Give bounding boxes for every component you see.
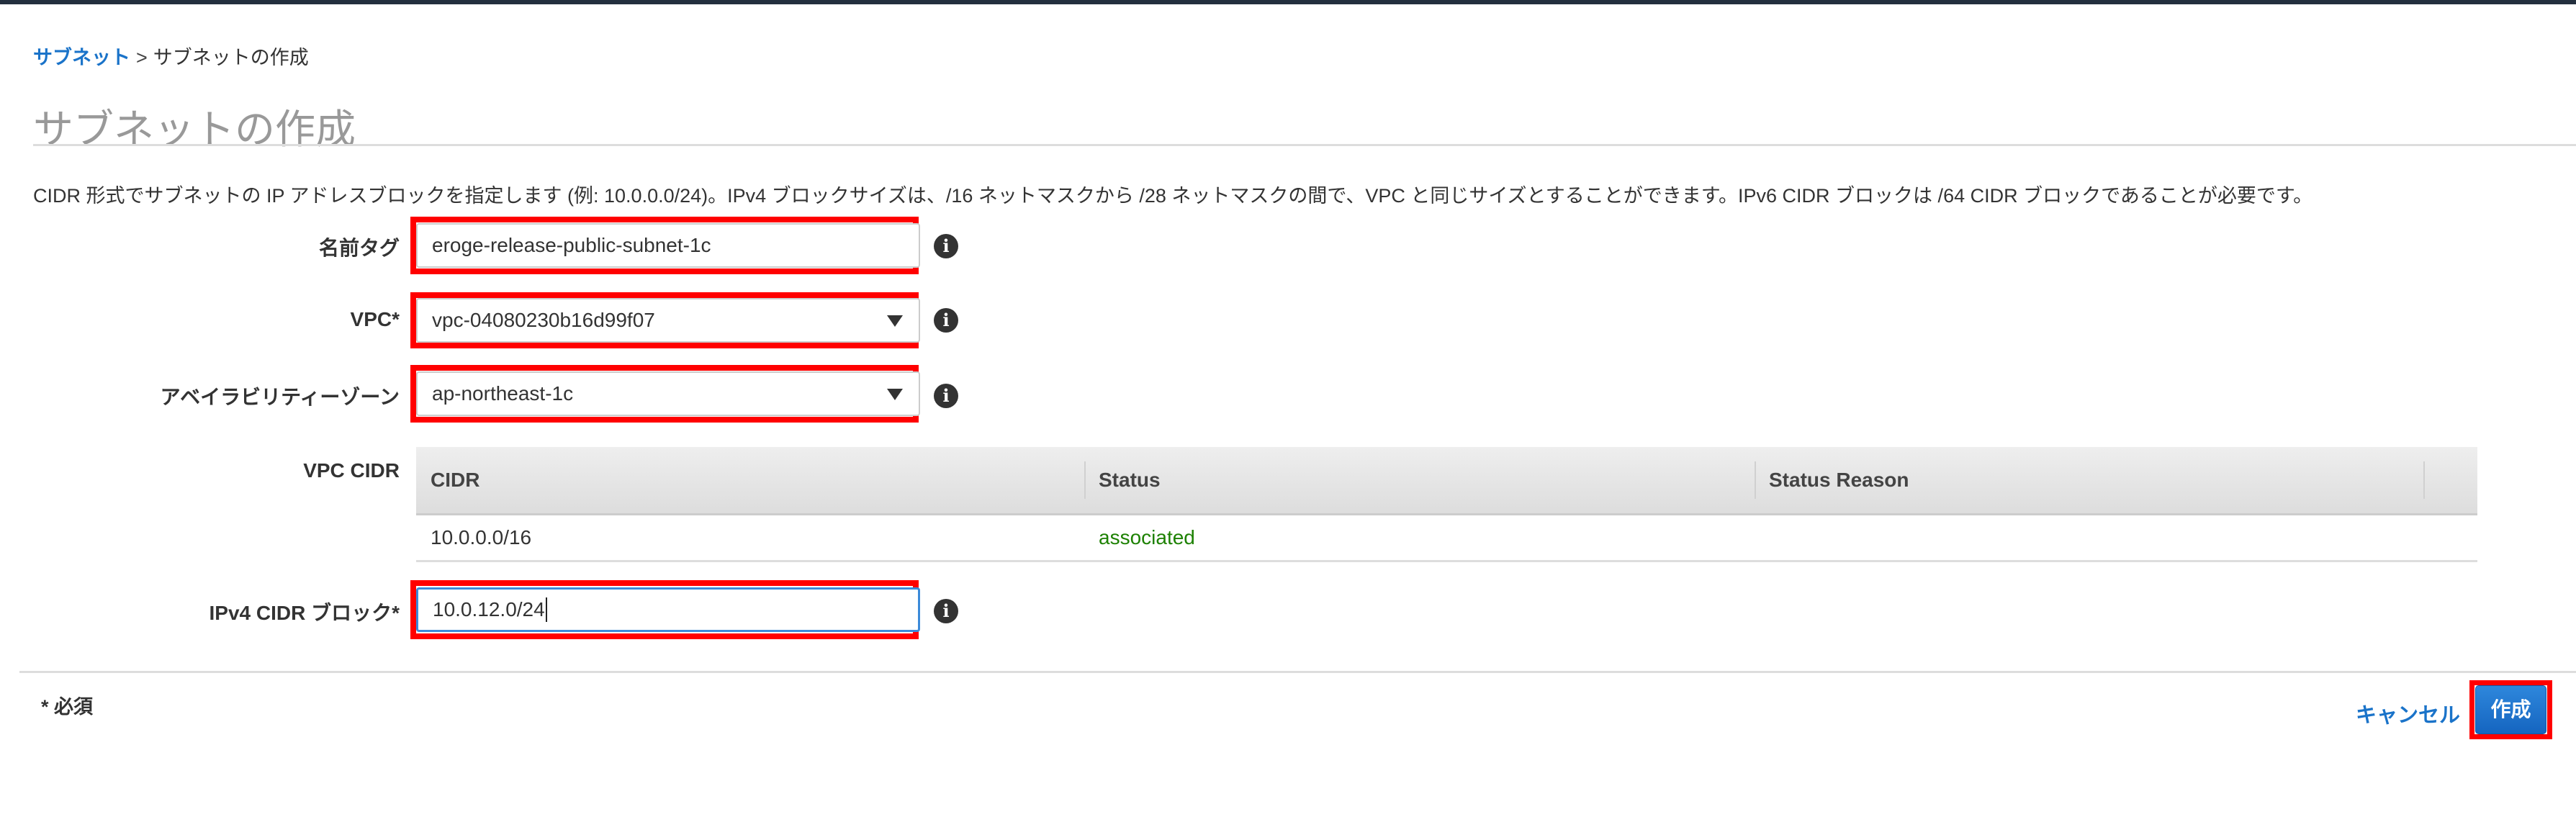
column-header-status-reason[interactable]: Status Reason [1755, 447, 1909, 513]
az-label: アベイラビリティーゾーン [160, 386, 400, 408]
breadcrumb-current: サブネットの作成 [153, 47, 309, 68]
required-note: * 必須 [41, 696, 94, 718]
top-nav-bar [0, 0, 2576, 4]
vpc-cidr-table: CIDR Status Status Reason 10.0.0.0/16 as… [416, 447, 2477, 562]
column-header-status[interactable]: Status [1084, 447, 1161, 513]
name-tag-input[interactable]: eroge-release-public-subnet-1c [416, 223, 920, 268]
chevron-down-icon [887, 389, 903, 400]
text-cursor [545, 597, 547, 622]
breadcrumb-separator: > [136, 47, 148, 68]
cancel-button[interactable]: キャンセル [2356, 698, 2460, 728]
cell-cidr: 10.0.0.0/16 [431, 526, 532, 549]
chevron-down-icon [887, 315, 903, 327]
info-icon[interactable]: i [934, 384, 958, 408]
name-tag-label: 名前タグ [318, 237, 400, 259]
create-button[interactable]: 作成 [2475, 685, 2546, 734]
info-icon[interactable]: i [934, 599, 958, 623]
description-text: CIDR 形式でサブネットの IP アドレスブロックを指定します (例: 10.… [33, 185, 2313, 207]
table-header: CIDR Status Status Reason [416, 447, 2477, 515]
vpc-cidr-label: VPC CIDR [303, 459, 400, 482]
vpc-value: vpc-04080230b16d99f07 [432, 309, 655, 331]
column-separator [2423, 461, 2425, 499]
table-row: 10.0.0.0/16 associated [416, 515, 2477, 562]
breadcrumb-subnets-link[interactable]: サブネット [33, 47, 130, 68]
page-title: サブネットの作成 [33, 107, 356, 152]
az-select[interactable]: ap-northeast-1c [416, 371, 920, 416]
info-icon[interactable]: i [934, 234, 958, 258]
footer-divider [19, 671, 2576, 673]
breadcrumb: サブネット > サブネットの作成 [33, 42, 309, 70]
ipv4-cidr-label: IPv4 CIDR ブロック* [209, 602, 400, 624]
title-divider [33, 144, 2576, 146]
vpc-label: VPC* [350, 308, 400, 330]
ipv4-cidr-value: 10.0.12.0/24 [433, 598, 545, 620]
column-header-cidr[interactable]: CIDR [416, 447, 479, 513]
ipv4-cidr-input[interactable]: 10.0.12.0/24 [416, 587, 920, 632]
az-value: ap-northeast-1c [432, 382, 574, 405]
vpc-select[interactable]: vpc-04080230b16d99f07 [416, 298, 920, 343]
cell-status: associated [1099, 526, 1195, 549]
name-tag-value: eroge-release-public-subnet-1c [432, 234, 711, 256]
info-icon[interactable]: i [934, 308, 958, 333]
